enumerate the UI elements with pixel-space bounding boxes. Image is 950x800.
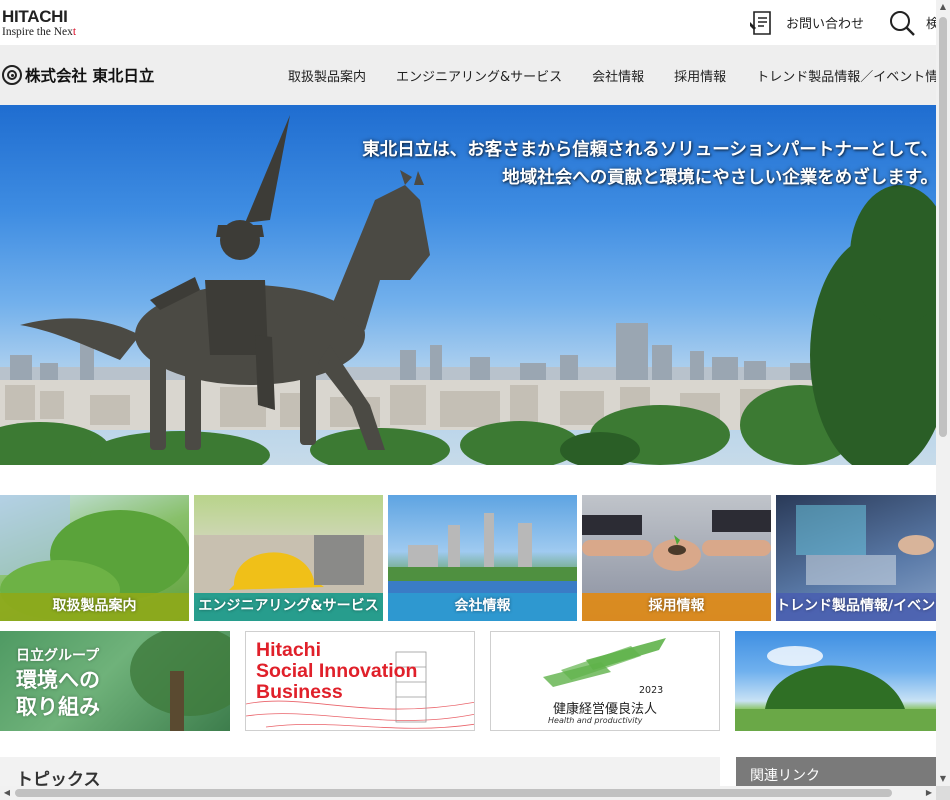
banner-environment[interactable]: 日立グループ 環境への 取り組み [0,631,230,731]
hero-message-line2: 地域社会への貢献と環境にやさしい企業をめざします。 [502,168,936,188]
hero-message: 東北日立は、お客さまから信頼されるソリューションパートナーとして、 地域社会への… [362,136,936,192]
nav-item-products[interactable]: 取扱製品案内 [288,66,366,85]
scroll-down-arrow-icon[interactable]: ▼ [936,772,950,786]
nav-item-company[interactable]: 会社情報 [592,66,644,85]
tile-engineering[interactable]: エンジニアリング&サービス [194,495,383,621]
banner-health-productivity[interactable]: 2023 健康経営優良法人 Health and productivity [490,631,720,731]
banner-environment-line2: 環境への [16,668,100,692]
top-utility-bar: HITACHI Inspire the Next お問い合わせ 検 [0,0,939,45]
tree-landscape-image [735,646,936,731]
hero-message-line1: 東北日立は、お客さまから信頼されるソリューションパートナーとして、 [362,140,936,160]
category-tiles: 取扱製品案内 エンジニアリング&サービス 会社情報 採用情報 トレンド製品情報/… [0,495,936,621]
brand-tagline: Inspire the Next [2,26,77,38]
company-logo[interactable]: 株式会社 東北日立 [2,64,154,86]
horizontal-scroll-thumb[interactable] [15,789,892,797]
contact-form-icon [748,10,776,36]
search-button[interactable]: 検 [888,0,939,45]
contact-label: お問い合わせ [786,17,865,32]
tile-products[interactable]: 取扱製品案内 [0,495,189,621]
main-menu: 取扱製品案内 エンジニアリング&サービス 会社情報 採用情報 トレンド製品情報／… [288,45,938,105]
nav-item-engineering[interactable]: エンジニアリング&サービス [396,66,562,85]
scroll-left-arrow-icon[interactable]: ◀ [0,786,14,800]
banner-environment-line1: 日立グループ [16,648,100,664]
promo-banners: 日立グループ 環境への 取り組み Hitachi Social Innovati… [0,631,936,731]
health-productivity-logo [543,638,666,687]
scrollbar-corner [936,786,950,800]
nav-item-recruit[interactable]: 採用情報 [674,66,726,85]
nav-item-trend-events[interactable]: トレンド製品情報／イベント情 [756,66,938,85]
scroll-right-arrow-icon[interactable]: ▶ [922,786,936,800]
tile-recruit-label: 採用情報 [582,593,771,621]
banner-environment-line3: 取り組み [16,695,100,719]
health-title: 健康経営優良法人 [552,702,657,717]
tile-products-label: 取扱製品案内 [0,593,189,621]
brand-wordmark: HITACHI [2,7,68,26]
tile-recruit[interactable]: 採用情報 [582,495,771,621]
tile-engineering-label: エンジニアリング&サービス [194,593,383,621]
hitachi-logo[interactable]: HITACHI Inspire the Next [2,7,77,39]
hero-banner: 東北日立は、お客さまから信頼されるソリューションパートナーとして、 地域社会への… [0,105,936,465]
vertical-scrollbar[interactable]: ▲ ▼ [936,0,950,786]
health-subtitle: Health and productivity [548,716,643,725]
tile-trend-events[interactable]: トレンド製品情報/イベント [776,495,936,621]
tile-company[interactable]: 会社情報 [388,495,577,621]
global-navigation: 株式会社 東北日立 取扱製品案内 エンジニアリング&サービス 会社情報 採用情報… [0,45,938,105]
vertical-scroll-thumb[interactable] [939,17,947,437]
banner-social-innovation[interactable]: Hitachi Social Innovation Business [245,631,475,731]
tile-company-label: 会社情報 [388,593,577,621]
contact-link[interactable]: お問い合わせ [748,0,864,45]
related-links-heading: 関連リンク [750,768,820,784]
scroll-up-arrow-icon[interactable]: ▲ [936,0,950,14]
horizontal-scrollbar[interactable]: ◀ ▶ [0,786,936,800]
banner-tree-landscape[interactable] [735,631,936,731]
company-name: 株式会社 東北日立 [25,67,155,85]
health-year: 2023 [639,685,664,696]
banner-social-innovation-text: Hitachi Social Innovation Business [256,639,418,703]
tile-trend-events-label: トレンド製品情報/イベント [776,593,936,621]
search-icon [888,9,916,37]
hitachi-mark-icon [2,65,22,85]
